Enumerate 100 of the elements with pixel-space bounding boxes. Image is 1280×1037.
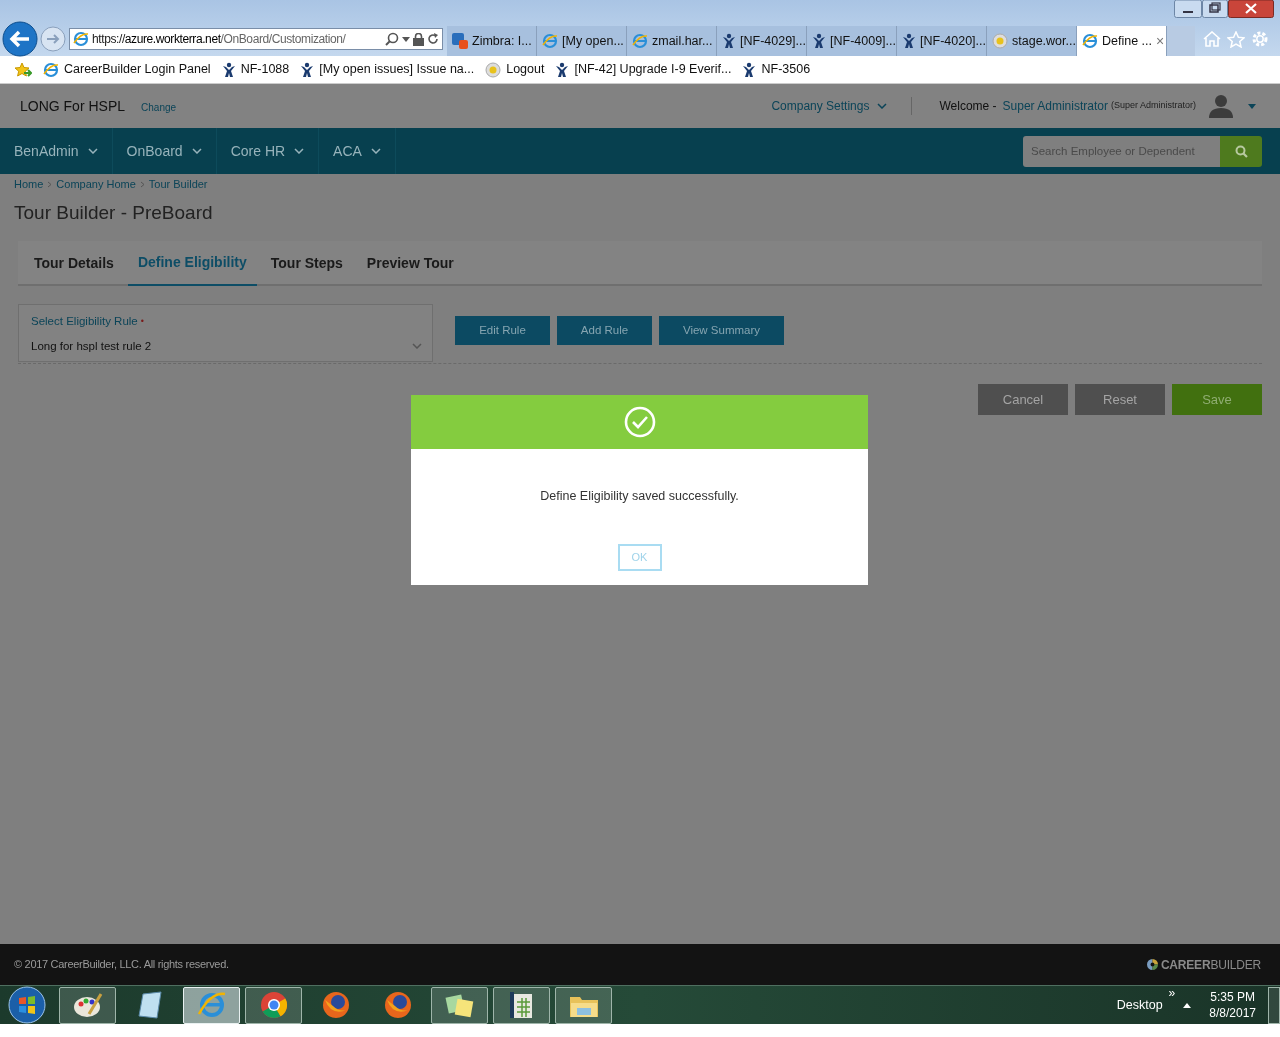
chrome-ball-icon [258, 990, 289, 1020]
field-label: Select Eligibility Rule [31, 314, 138, 329]
figure-icon [221, 61, 236, 78]
nav-menu[interactable]: BenAdmin [0, 128, 113, 174]
change-link[interactable]: Change [141, 100, 177, 115]
caret-icon[interactable] [1248, 103, 1256, 109]
favorite-link[interactable]: NF-1088 [221, 60, 290, 79]
browser-tab[interactable]: stage.wor... [987, 26, 1077, 56]
breadcrumb-link[interactable]: Company Home [56, 175, 136, 193]
chevron-down-icon [877, 103, 888, 109]
select-value: Long for hspl test rule 2 [31, 339, 152, 355]
browser-tab[interactable]: [NF-4020]... [897, 26, 987, 56]
browser-e-icon [73, 31, 89, 47]
clock[interactable]: 5:35 PM 8/8/2017 [1209, 989, 1256, 1021]
copyright-text: © 2017 CareerBuilder, LLC. All rights reserved. [14, 957, 229, 973]
dialog-message: Define Eligibility saved successfully. [539, 488, 740, 505]
figure-icon [555, 61, 570, 78]
clock-time: 5:35 PM [1210, 989, 1255, 1005]
favorite-link[interactable]: CareerBuilder Login Panel [43, 60, 211, 79]
rule-button[interactable]: View Summary [659, 316, 784, 345]
page-title: Tour Builder - PreBoard [14, 201, 214, 225]
figure-icon [300, 61, 315, 78]
lock-icon [413, 32, 424, 46]
figure-icon [722, 33, 736, 49]
user-name-link[interactable]: Super Administrator [1002, 97, 1108, 115]
palette-icon [72, 992, 103, 1018]
chevron-right-icon [47, 180, 53, 188]
action-button[interactable]: Cancel [978, 384, 1068, 415]
chevron-down-icon [412, 343, 422, 349]
favorite-link[interactable]: [My open issues] Issue na... [300, 60, 475, 79]
chevron-right-icon [139, 180, 145, 188]
notepad-icon [136, 991, 163, 1019]
z-badge-icon [452, 33, 468, 49]
sun-icon [992, 33, 1008, 49]
nav-menu[interactable]: ACA [319, 128, 396, 174]
tab[interactable]: Tour Details [24, 241, 124, 286]
browser-tab[interactable]: Zimbra: I... [447, 26, 537, 56]
action-button[interactable]: Reset [1075, 384, 1165, 415]
star-icon[interactable] [1227, 30, 1245, 48]
taskbar-button[interactable] [555, 986, 612, 1024]
browser-tab[interactable]: Define ... × [1077, 26, 1167, 56]
figure-icon [742, 61, 757, 78]
rule-button[interactable]: Edit Rule [455, 316, 550, 345]
sun-icon [485, 61, 502, 78]
star-arrow-icon[interactable] [14, 61, 32, 78]
address-bar[interactable]: https://azure.workterra.net/OnBoard/Customization/ [69, 28, 443, 50]
welcome-label: Welcome - [939, 98, 997, 115]
breadcrumb-link[interactable]: Home [14, 175, 44, 193]
breadcrumb-link[interactable]: Tour Builder [148, 175, 208, 193]
close-tab-button[interactable]: × [1156, 30, 1165, 52]
required-mark: • [140, 315, 144, 328]
chevron-down-icon [294, 148, 305, 154]
show-desktop-button[interactable] [1268, 986, 1280, 1024]
company-settings-menu[interactable]: Company Settings [771, 97, 913, 115]
chevron-down-icon [191, 148, 202, 154]
search-button[interactable] [1220, 135, 1262, 167]
clock-date: 8/8/2017 [1209, 1005, 1256, 1021]
browser-e-icon [632, 33, 648, 49]
user-silhouette-icon[interactable] [1208, 94, 1234, 118]
taskbar-button[interactable] [431, 986, 488, 1024]
desktop-toolbar-label[interactable]: Desktop [1116, 995, 1163, 1015]
tab[interactable]: Preview Tour [356, 241, 464, 286]
favorite-link[interactable]: Logout [485, 60, 545, 79]
nav-menu[interactable]: Core HR [216, 128, 320, 174]
favorite-link[interactable]: [NF-42] Upgrade I-9 Everif... [555, 60, 732, 79]
start-orb-icon[interactable] [8, 986, 46, 1024]
search-icon [385, 32, 399, 46]
figure-icon [812, 33, 826, 49]
browser-e-icon [196, 990, 227, 1020]
tray-up-arrow-icon[interactable] [1183, 1002, 1192, 1008]
tab[interactable]: Tour Steps [260, 241, 353, 286]
nav-menu[interactable]: OnBoard [112, 128, 217, 174]
brand-wordmark: CAREERBUILDER [1160, 956, 1261, 974]
figure-icon [902, 33, 916, 49]
rule-select[interactable]: Select Eligibility Rule • Long for hspl test rule 2 [18, 304, 433, 362]
close-icon[interactable] [1228, 0, 1274, 18]
url-text: https://azure.workterra.net/OnBoard/Customization/ [92, 31, 346, 48]
user-role: (Super Administrator) [1110, 99, 1196, 113]
browser-tab[interactable]: zmail.har... [627, 26, 717, 56]
refresh-icon [427, 33, 439, 45]
taskbar-button[interactable] [493, 986, 550, 1024]
restore-icon[interactable] [1202, 0, 1228, 18]
browser-tab[interactable]: [My open... [537, 26, 627, 56]
browser-tab[interactable]: [NF-4009]... [807, 26, 897, 56]
company-name: LONG For HSPL [20, 96, 126, 116]
toolbar-chevron[interactable]: » [1168, 984, 1176, 1002]
chevron-down-icon [370, 148, 381, 154]
check-circle-icon [623, 406, 656, 438]
favorite-link[interactable]: NF-3506 [742, 60, 811, 79]
sticky-notes-icon [444, 992, 475, 1018]
fox-globe-icon [320, 990, 351, 1020]
taskbar-button[interactable] [245, 986, 302, 1024]
rule-button[interactable]: Add Rule [557, 316, 652, 345]
fox-globe-icon [382, 990, 413, 1020]
browser-tab[interactable]: [NF-4029]... [717, 26, 807, 56]
search-icon [1234, 144, 1248, 158]
logo-mark-icon [1146, 959, 1158, 970]
minimize-icon[interactable] [1174, 0, 1202, 18]
taskbar-button[interactable] [59, 986, 116, 1024]
browser-e-icon [542, 33, 558, 49]
